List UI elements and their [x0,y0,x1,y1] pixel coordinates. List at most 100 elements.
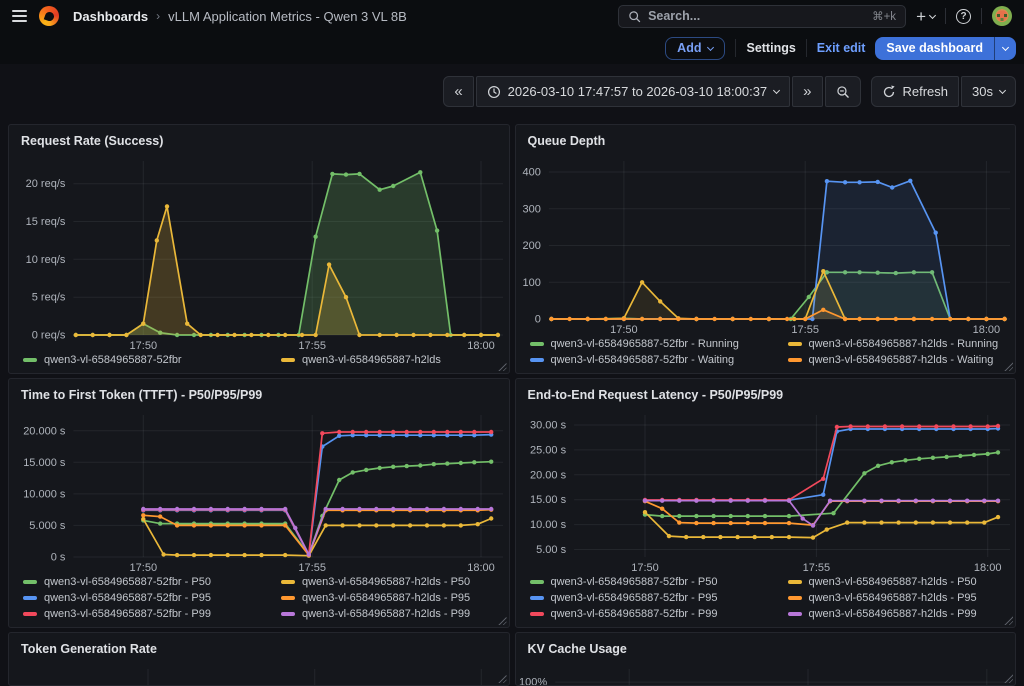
svg-text:17:50: 17:50 [610,324,638,335]
legend-item[interactable]: qwen3-vl-6584965887-52fbr - P99 [23,608,259,620]
chart-area[interactable]: 0 s5.000 s10.000 s15.000 s20.000 s17:501… [9,409,509,573]
svg-text:18:00: 18:00 [467,340,495,351]
legend-item[interactable]: qwen3-vl-6584965887-52fbr - Running [530,338,766,350]
legend-series-swatch [23,580,37,584]
add-panel-button[interactable]: Add [665,37,725,60]
chart-svg[interactable]: 100%17:5017:5518:00 [516,663,1016,685]
legend-item[interactable]: qwen3-vl-6584965887-52fbr - P50 [530,576,766,588]
chart-area[interactable]: 0 req/s5 req/s10 req/s15 req/s20 req/s17… [9,155,509,351]
save-dashboard-menu-button[interactable] [994,37,1016,60]
legend: qwen3-vl-6584965887-52fbr - P50 qwen3-vl-… [9,573,509,627]
breadcrumb-dashboards-link[interactable]: Dashboards [73,9,148,24]
grafana-home-button[interactable] [37,4,61,28]
top-nav: Dashboards › vLLM Application Metrics - … [0,0,1024,32]
time-range-group: « 2026-03-10 17:47:57 to 2026-03-10 18:0… [443,76,860,107]
legend-series-label: qwen3-vl-6584965887-52fbr - P50 [551,576,718,588]
legend-series-label: qwen3-vl-6584965887-52fbr - P99 [551,608,718,620]
edit-toolbar: Add Settings Exit edit Save dashboard [0,32,1024,64]
legend-column: qwen3-vl-6584965887-52fbr - Running qwen3… [530,338,766,366]
panel-title: End-to-End Request Latency - P50/P95/P99 [528,388,784,402]
refresh-interval-button[interactable]: 30s [961,76,1016,107]
legend-item[interactable]: qwen3-vl-6584965887-h2lds - P50 [788,576,1017,588]
legend-column: qwen3-vl-6584965887-h2lds - P50 qwen3-vl-… [281,576,510,620]
legend-item[interactable]: qwen3-vl-6584965887-52fbr - P95 [530,592,766,604]
legend-item[interactable]: qwen3-vl-6584965887-h2lds - P95 [281,592,510,604]
panel-header[interactable]: Token Generation Rate [9,633,509,663]
exit-edit-button[interactable]: Exit edit [817,41,866,55]
double-chevron-left-icon: « [454,84,462,99]
panel-4: End-to-End Request Latency - P50/P95/P99… [515,378,1017,628]
svg-text:400: 400 [522,167,540,179]
panel-header[interactable]: Time to First Token (TTFT) - P50/P95/P99 [9,379,509,409]
panel-3: Time to First Token (TTFT) - P50/P95/P99… [8,378,510,628]
zoom-out-button[interactable] [825,76,861,107]
legend-series-label: qwen3-vl-6584965887-h2lds - P99 [809,608,977,620]
legend-item[interactable]: qwen3-vl-6584965887-h2lds - Running [788,338,1017,350]
panel-header[interactable]: Queue Depth [516,125,1016,155]
panel-title: Queue Depth [528,134,606,148]
chart-area[interactable]: 010020030040017:5017:5518:00 [516,155,1016,335]
refresh-icon [882,85,896,99]
help-button[interactable]: ? [954,7,973,26]
legend-series-swatch [788,342,802,346]
chart-svg[interactable]: 5.00 s10.00 s15.00 s20.00 s25.00 s30.00 … [516,409,1016,573]
legend-item[interactable]: qwen3-vl-6584965887-h2lds - P95 [788,592,1017,604]
legend: qwen3-vl-6584965887-52fbr - Running qwen3… [516,335,1016,373]
legend-series-swatch [788,596,802,600]
chevron-down-icon [773,87,780,94]
legend-series-label: qwen3-vl-6584965887-h2lds [302,354,441,366]
chevron-down-icon [929,11,936,18]
divider [945,8,946,24]
panel-header[interactable]: KV Cache Usage [516,633,1016,663]
legend-item[interactable]: qwen3-vl-6584965887-52fbr - P95 [23,592,259,604]
chart-area[interactable]: 17:5017:5518:00 [9,663,509,685]
search-input[interactable]: Search... ⌘+k [618,5,906,28]
breadcrumb: Dashboards › vLLM Application Metrics - … [73,9,407,24]
chart-area[interactable]: 5.00 s10.00 s15.00 s20.00 s25.00 s30.00 … [516,409,1016,573]
chart-area[interactable]: 100%17:5017:5518:00 [516,663,1016,685]
search-placeholder: Search... [648,9,865,23]
legend-series-swatch [281,596,295,600]
panel-2: Queue Depth010020030040017:5017:5518:00q… [515,124,1017,374]
new-button[interactable]: + [914,6,937,27]
panel-1: Request Rate (Success)0 req/s5 req/s10 r… [8,124,510,374]
svg-text:0 req/s: 0 req/s [32,330,66,342]
settings-button[interactable]: Settings [746,41,795,55]
panel-5: Token Generation Rate 17:5017:5518:00 [8,632,510,686]
save-dashboard-button[interactable]: Save dashboard [875,37,994,60]
breadcrumb-current-title: vLLM Application Metrics - Qwen 3 VL 8B [168,9,407,24]
chart-svg[interactable]: 0 s5.000 s10.000 s15.000 s20.000 s17:501… [9,409,509,573]
svg-text:17:50: 17:50 [631,562,659,573]
svg-text:5.00 s: 5.00 s [536,544,566,556]
chevron-down-icon [1002,43,1009,50]
panel-title: Token Generation Rate [21,642,157,656]
legend-item[interactable]: qwen3-vl-6584965887-52fbr - P99 [530,608,766,620]
svg-text:5 req/s: 5 req/s [32,292,66,304]
legend-item[interactable]: qwen3-vl-6584965887-52fbr [23,354,259,366]
time-range-button[interactable]: 2026-03-10 17:47:57 to 2026-03-10 18:00:… [476,76,791,107]
add-panel-label: Add [677,41,701,55]
menu-button[interactable] [10,5,29,27]
legend-item[interactable]: qwen3-vl-6584965887-h2lds - P99 [788,608,1017,620]
svg-text:20.000 s: 20.000 s [23,425,66,437]
chart-svg[interactable]: 010020030040017:5017:5518:00 [516,155,1016,335]
profile-button[interactable] [990,4,1014,28]
time-shift-back-button[interactable]: « [443,76,473,107]
chart-svg[interactable]: 17:5017:5518:00 [9,663,509,685]
panel-header[interactable]: End-to-End Request Latency - P50/P95/P99 [516,379,1016,409]
legend-item[interactable]: qwen3-vl-6584965887-h2lds - P50 [281,576,510,588]
time-shift-forward-button[interactable]: » [792,76,822,107]
legend-series-label: qwen3-vl-6584965887-h2lds - Running [809,338,999,350]
legend-item[interactable]: qwen3-vl-6584965887-h2lds - P99 [281,608,510,620]
legend-item[interactable]: qwen3-vl-6584965887-h2lds - Waiting [788,354,1017,366]
legend-item[interactable]: qwen3-vl-6584965887-52fbr - Waiting [530,354,766,366]
legend-item[interactable]: qwen3-vl-6584965887-52fbr - P50 [23,576,259,588]
chevron-down-icon [999,87,1006,94]
help-icon: ? [956,9,971,24]
refresh-button[interactable]: Refresh [871,76,960,107]
panel-header[interactable]: Request Rate (Success) [9,125,509,155]
legend-item[interactable]: qwen3-vl-6584965887-h2lds [281,354,510,366]
chart-svg[interactable]: 0 req/s5 req/s10 req/s15 req/s20 req/s17… [9,155,509,351]
legend-series-swatch [281,580,295,584]
svg-text:17:50: 17:50 [130,340,158,351]
